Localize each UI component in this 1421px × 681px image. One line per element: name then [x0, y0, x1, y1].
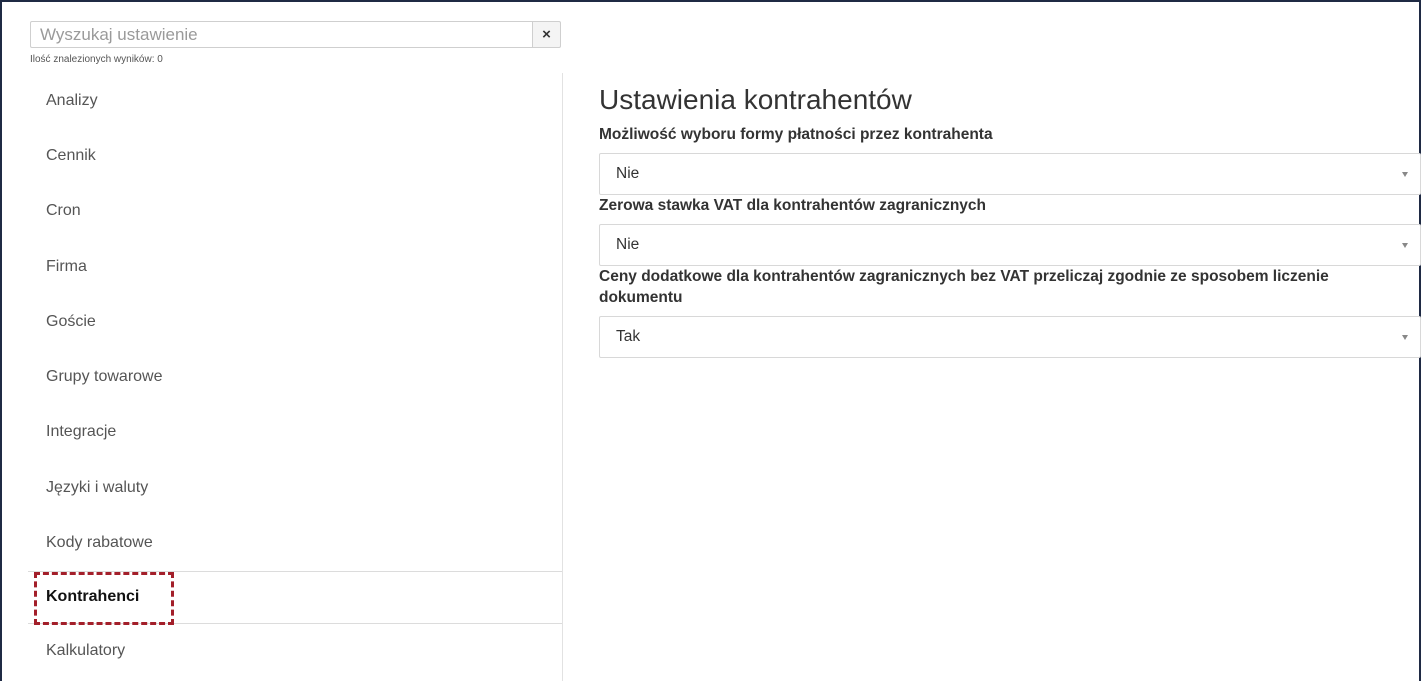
field-label-payment-form: Możliwość wyboru formy płatności przez k…	[599, 126, 993, 143]
clear-search-button[interactable]: ×	[532, 21, 561, 48]
sidebar-item-grupy-towarowe[interactable]: Grupy towarowe	[28, 349, 562, 404]
select-value: Nie	[616, 165, 640, 182]
caret-down-icon	[1402, 172, 1408, 177]
settings-search: ×	[30, 21, 561, 48]
settings-panel: Ustawienia kontrahentów Możliwość wyboru…	[599, 84, 1421, 358]
caret-down-icon	[1402, 335, 1408, 340]
results-count: Ilość znalezionych wyników: 0	[30, 54, 163, 65]
sidebar-item-kontrahenci[interactable]: Kontrahenci	[28, 570, 562, 625]
field-label-extra-prices: Ceny dodatkowe dla kontrahentów zagranic…	[599, 268, 1329, 306]
payment-form-select[interactable]: Nie	[599, 153, 1421, 195]
settings-sidebar: Analizy Cennik Cron Firma Goście Grupy t…	[28, 73, 563, 681]
sidebar-item-kalkulatory[interactable]: Kalkulatory	[28, 624, 562, 679]
sidebar-item-firma[interactable]: Firma	[28, 239, 562, 294]
select-value: Tak	[616, 328, 641, 345]
page-title: Ustawienia kontrahentów	[599, 84, 912, 115]
zero-vat-select[interactable]: Nie	[599, 224, 1421, 266]
sidebar-item-cennik[interactable]: Cennik	[28, 128, 562, 183]
sidebar-item-cron[interactable]: Cron	[28, 184, 562, 239]
field-label-zero-vat: Zerowa stawka VAT dla kontrahentów zagra…	[599, 197, 987, 214]
caret-down-icon	[1402, 243, 1408, 248]
sidebar-item-label: Kontrahenci	[46, 588, 140, 606]
sidebar-item-integracje[interactable]: Integracje	[28, 405, 562, 460]
extra-prices-select[interactable]: Tak	[599, 316, 1421, 358]
sidebar-item-kody-rabatowe[interactable]: Kody rabatowe	[28, 515, 562, 570]
select-value: Nie	[616, 236, 640, 253]
sidebar-item-jezyki-i-waluty[interactable]: Języki i waluty	[28, 460, 562, 515]
sidebar-item-goscie[interactable]: Goście	[28, 294, 562, 349]
sidebar-item-analizy[interactable]: Analizy	[28, 73, 562, 128]
search-input[interactable]	[30, 21, 532, 48]
